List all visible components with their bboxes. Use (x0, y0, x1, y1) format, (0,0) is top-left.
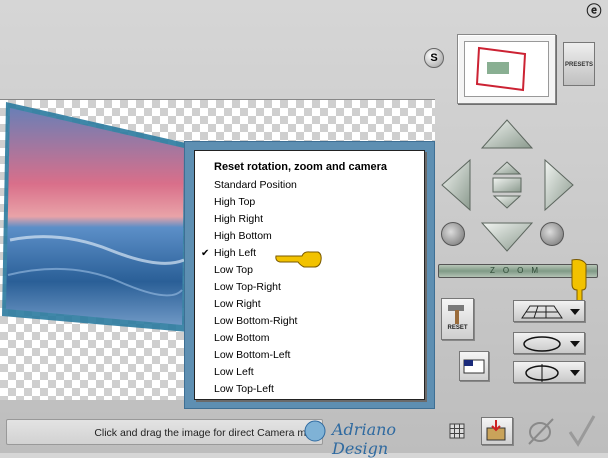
menu-item-label: High Top (214, 196, 256, 208)
globe-icon (304, 420, 326, 442)
preview-image (464, 41, 549, 97)
menu-item-label: Low Right (214, 298, 261, 310)
grid-icon[interactable] (449, 423, 465, 439)
reset-label: RESET (447, 325, 468, 331)
pointing-hand-icon (275, 251, 322, 268)
menu-item-label: Low Bottom-Left (214, 349, 291, 361)
small-up-icon[interactable] (492, 161, 522, 175)
check-icon: ✔ (201, 248, 210, 259)
center-icon[interactable] (492, 177, 522, 193)
menu-item-high-top[interactable]: High Top (195, 194, 424, 211)
preview-thumbnail[interactable] (457, 34, 556, 104)
menu-item-low-top-right[interactable]: Low Top-Right (195, 279, 424, 296)
arrow-down-icon[interactable] (480, 222, 534, 252)
presets-label: PRESETS (564, 62, 593, 68)
pointing-hand-down-icon (571, 259, 587, 304)
arrow-right-icon[interactable] (544, 158, 574, 212)
export-icon (486, 420, 506, 441)
menu-item-low-bottom[interactable]: Low Bottom (195, 330, 424, 347)
menu-item-low-bottom-right[interactable]: Low Bottom-Right (195, 313, 424, 330)
menu-item-reset[interactable]: Reset rotation, zoom and camera (195, 159, 424, 176)
rotation-dropdown[interactable] (513, 332, 585, 354)
floor-grid-dropdown[interactable] (513, 300, 585, 322)
flag-icon (463, 359, 485, 374)
camera-preset-menu[interactable]: Reset rotation, zoom and camera Standard… (194, 150, 425, 400)
rotated-photo[interactable] (0, 100, 200, 340)
spin-icon (525, 364, 580, 382)
s-button[interactable]: S (424, 48, 444, 68)
preview-frame-icon (475, 46, 527, 92)
arrow-left-icon[interactable] (441, 158, 471, 212)
menu-item-label: Low Top-Left (214, 383, 274, 395)
menu-item-standard-position[interactable]: Standard Position (195, 177, 424, 194)
menu-item-label: Reset rotation, zoom and camera (214, 161, 387, 173)
menu-item-label: Low Bottom (214, 332, 270, 344)
s-label: S (430, 52, 438, 64)
menu-item-label: Low Top-Right (214, 281, 281, 293)
status-bar: Click and drag the image for direct Came… (6, 419, 323, 445)
grid-floor-icon (521, 305, 580, 319)
rotate-right-button[interactable] (540, 222, 564, 246)
hammer-icon (448, 305, 464, 324)
menu-item-low-bottom-left[interactable]: Low Bottom-Left (195, 347, 424, 364)
background-color-button[interactable] (459, 351, 489, 381)
cancel-icon[interactable] (525, 414, 557, 448)
menu-item-label: Low Left (214, 366, 254, 378)
spin-dropdown[interactable] (513, 361, 585, 383)
menu-item-low-left[interactable]: Low Left (195, 364, 424, 381)
checkmark-icon[interactable] (566, 412, 598, 448)
reset-button[interactable]: RESET (441, 298, 474, 340)
rotate-left-button[interactable] (441, 222, 465, 246)
program-icon[interactable]: ⓔ (585, 2, 603, 24)
small-down-icon[interactable] (492, 195, 522, 209)
menu-item-low-top-left[interactable]: Low Top-Left (195, 381, 424, 398)
menu-item-low-right[interactable]: Low Right (195, 296, 424, 313)
menu-item-label: Standard Position (214, 179, 297, 191)
export-button[interactable] (481, 417, 513, 445)
menu-item-high-right[interactable]: High Right (195, 211, 424, 228)
status-text: Click and drag the image for direct Came… (94, 427, 312, 439)
watermark-logo: Adriano Design (302, 414, 452, 458)
menu-item-label: Low Bottom-Right (214, 315, 298, 327)
menu-item-label: High Bottom (214, 230, 272, 242)
menu-item-high-bottom[interactable]: High Bottom (195, 228, 424, 245)
rotate-icon (523, 336, 580, 352)
arrow-up-icon[interactable] (480, 119, 534, 149)
menu-item-label: Low Top (214, 264, 253, 276)
watermark-text: Adriano Design (332, 420, 397, 458)
presets-button[interactable]: PRESETS (563, 42, 595, 86)
menu-item-label: High Right (214, 213, 264, 225)
menu-item-label: High Left (214, 247, 257, 259)
